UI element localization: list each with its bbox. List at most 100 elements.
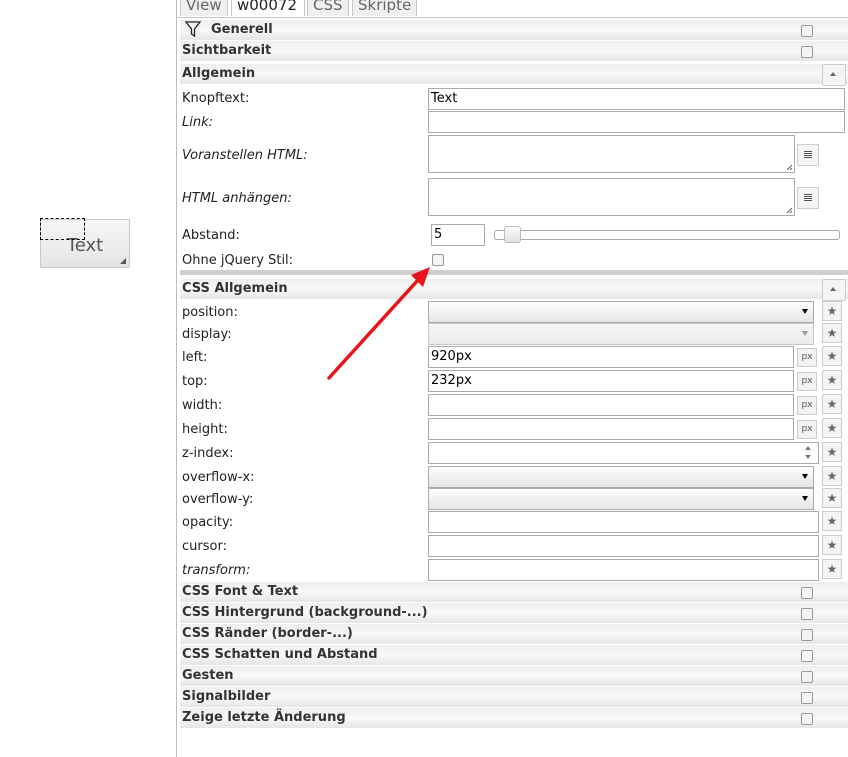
group-css-font-title: CSS Font & Text [182,584,299,599]
star-icon[interactable]: ★ [822,346,842,366]
top-label: top: [182,374,208,389]
collapse-css-allgemein-button[interactable] [822,279,846,301]
textarea-resize-icon[interactable] [786,164,793,171]
opacity-label: opacity: [182,515,234,530]
display-select[interactable] [428,323,814,345]
group-css-raender-title: CSS Ränder (border-...) [182,626,353,641]
group-css-allgemein-title: CSS Allgemein [182,281,288,296]
group-css-raender[interactable]: CSS Ränder (border-...) [180,624,848,644]
tab-divider [176,17,848,18]
group-generell[interactable]: Generell [180,20,848,40]
voranstellen-html-textarea[interactable] [428,135,795,173]
transform-label: transform: [182,563,251,578]
group-signalbilder-title: Signalbilder [182,689,271,704]
height-label: height: [182,422,228,437]
annotation-arrow-icon [327,267,430,380]
link-input[interactable] [428,111,845,133]
top-input[interactable]: 232px [428,370,794,392]
tab-widget-id[interactable]: w00072 [231,0,305,16]
abstand-input[interactable]: 5 [431,224,485,246]
star-icon[interactable]: ★ [822,466,842,486]
group-css-schatten-checkbox[interactable] [801,650,813,662]
star-icon[interactable]: ★ [822,488,842,508]
star-icon[interactable]: ★ [822,394,842,414]
knopftext-input[interactable]: Text [428,88,845,110]
height-input[interactable] [428,418,794,440]
group-css-hintergrund[interactable]: CSS Hintergrund (background-...) [180,603,848,623]
group-signalbilder-checkbox[interactable] [801,692,813,704]
abstand-slider-handle[interactable] [504,226,521,243]
group-allgemein[interactable]: Allgemein [180,64,848,86]
group-sichtbarkeit-title: Sichtbarkeit [182,43,272,58]
star-icon[interactable]: ★ [822,418,842,438]
html-anhaengen-label: HTML anhängen: [182,191,292,206]
abstand-slider[interactable] [494,230,840,240]
group-css-hintergrund-checkbox[interactable] [801,608,813,620]
collapse-allgemein-button[interactable] [822,64,846,86]
group-gesten-checkbox[interactable] [801,671,813,683]
top-unit-button[interactable]: px [797,372,817,391]
group-allgemein-title: Allgemein [182,66,256,81]
chevron-down-icon [802,496,808,501]
star-icon[interactable]: ★ [822,442,842,462]
width-input[interactable] [428,394,794,416]
textarea-resize-icon[interactable] [786,207,793,214]
selection-marquee [40,218,85,240]
overflowy-label: overflow-y: [182,492,254,507]
star-icon[interactable]: ★ [822,559,842,579]
link-label: Link: [182,115,214,130]
zindex-input[interactable] [428,442,819,464]
abstand-label: Abstand: [182,228,240,243]
star-icon[interactable]: ★ [822,370,842,390]
opacity-input[interactable] [428,511,819,533]
group-zeige-letzte-checkbox[interactable] [801,713,813,725]
star-icon[interactable]: ★ [822,301,842,321]
overflowx-label: overflow-x: [182,470,255,485]
zindex-spinner[interactable] [800,442,818,464]
funnel-icon[interactable] [185,21,201,37]
group-css-font-checkbox[interactable] [801,587,813,599]
group-css-font[interactable]: CSS Font & Text [180,582,848,602]
overflowy-select[interactable] [428,488,814,510]
left-input[interactable]: 920px [428,346,794,368]
group-css-allgemein[interactable]: CSS Allgemein [180,279,848,301]
group-sichtbarkeit[interactable]: Sichtbarkeit [180,41,848,61]
voranstellen-html-label: Voranstellen HTML: [182,148,308,163]
group-css-raender-checkbox[interactable] [801,629,813,641]
group-generell-checkbox[interactable] [801,25,813,37]
star-icon[interactable]: ★ [822,535,842,555]
transform-input[interactable] [428,559,819,581]
tab-css[interactable]: CSS [307,0,349,16]
group-css-schatten-title: CSS Schatten und Abstand [182,647,378,662]
group-gesten-title: Gesten [182,668,234,683]
position-select[interactable] [428,301,814,323]
group-signalbilder[interactable]: Signalbilder [180,687,848,707]
chevron-down-icon [802,474,808,479]
group-sichtbarkeit-checkbox[interactable] [801,46,813,58]
section-separator [180,270,848,275]
html-anhaengen-edit-button[interactable] [797,187,819,209]
tab-skripte[interactable]: Skripte [352,0,417,16]
left-unit-button[interactable]: px [797,348,817,367]
display-label: display: [182,327,232,342]
height-unit-button[interactable]: px [797,420,817,439]
resize-grip-icon[interactable] [120,258,127,265]
knopftext-label: Knopftext: [182,91,250,106]
chevron-down-icon [802,309,808,314]
star-icon[interactable]: ★ [822,323,842,343]
position-label: position: [182,305,238,320]
star-icon[interactable]: ★ [822,511,842,531]
html-anhaengen-textarea[interactable] [428,178,795,216]
width-unit-button[interactable]: px [797,396,817,415]
overflowx-select[interactable] [428,466,814,488]
group-gesten[interactable]: Gesten [180,666,848,686]
group-generell-title: Generell [211,22,273,37]
voranstellen-edit-button[interactable] [797,144,819,166]
cursor-label: cursor: [182,539,227,554]
tab-view[interactable]: View [180,0,228,16]
group-css-schatten[interactable]: CSS Schatten und Abstand [180,645,848,665]
group-css-hintergrund-title: CSS Hintergrund (background-...) [182,605,428,620]
cursor-input[interactable] [428,535,819,557]
group-zeige-letzte[interactable]: Zeige letzte Änderung [180,708,848,728]
chevron-down-icon [802,331,808,336]
